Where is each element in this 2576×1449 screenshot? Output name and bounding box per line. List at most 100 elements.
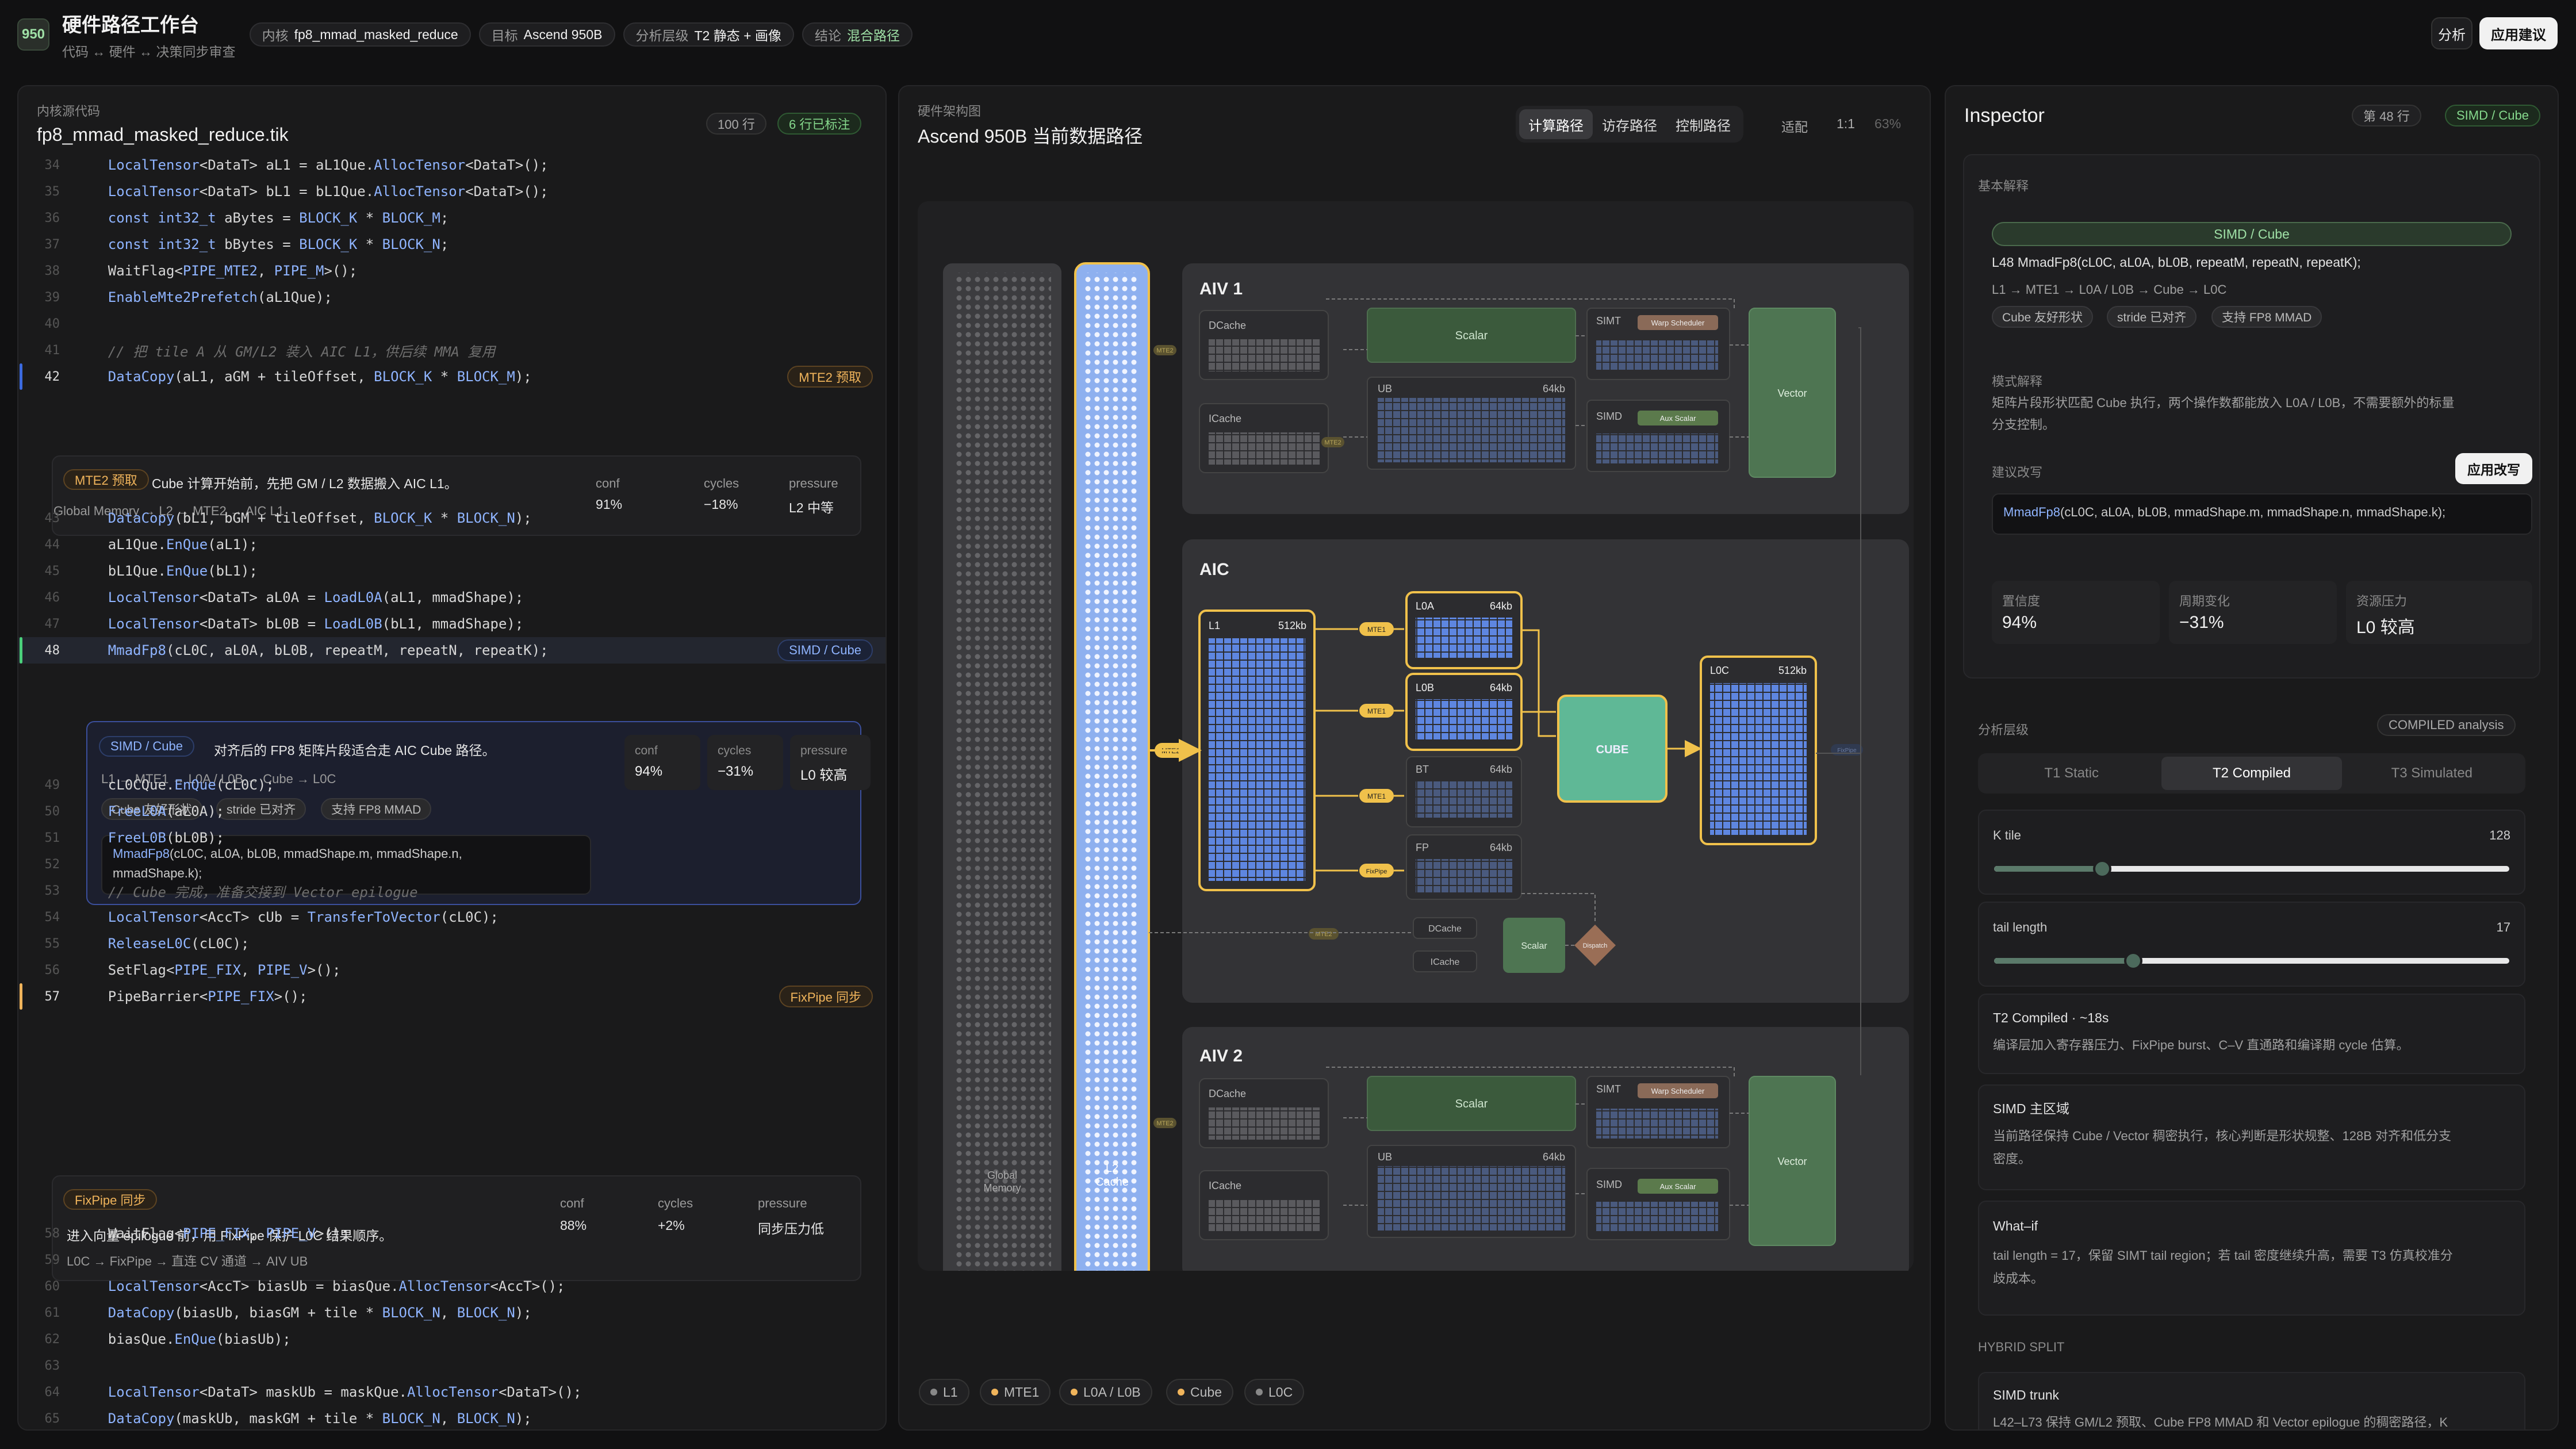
tab-t1-static[interactable]: T1 Static [1981,757,2161,790]
l2-cache-block[interactable]: L2 Cache [1074,262,1150,1283]
rewrite-code[interactable]: MmadFp8(cL0C, aL0A, bL0B, mmadShape.m, m… [1992,493,2532,535]
code-line[interactable]: 46 LocalTensor<DataT> aL0A = LoadL0A(aL1… [18,584,885,611]
code-line[interactable]: 40 [18,310,885,337]
line-annotation-tag[interactable]: FixPipe 同步 [779,986,873,1007]
mte1-link-l0b[interactable]: MTE1 [1359,704,1394,718]
aiv1-icache[interactable]: ICache [1199,403,1329,473]
aiv1-vector[interactable]: Vector [1749,308,1836,478]
legend-l0c[interactable]: L0C [1244,1379,1305,1405]
code-line[interactable]: 34 LocalTensor<DataT> aL1 = aL1Que.Alloc… [18,152,885,178]
code-line[interactable]: 55 ReleaseL0C(cL0C); [18,930,885,957]
aic-cluster[interactable]: AIC L1 512kb L0A 64kb L0B 64kb BT 64kb F… [1149,539,1909,1003]
tab-t3-simulated[interactable]: T3 Simulated [2342,757,2522,790]
aic-l1[interactable]: L1 512kb [1198,610,1316,891]
line-annotation-tag[interactable]: SIMD / Cube [777,639,873,661]
aic-icache[interactable]: ICache [1413,950,1477,972]
aiv1-cluster[interactable]: AIV 1 DCache ICache Scalar UB 64kb SIMT … [1153,263,1909,514]
tab-control-path[interactable]: 控制路径 [1666,109,1740,139]
svg-text:Scalar: Scalar [1455,329,1488,342]
aic-scalar[interactable]: Scalar [1503,918,1565,973]
code-line[interactable]: 53 // Cube 完成，准备交接到 Vector epilogue [18,877,885,904]
kernel-chip[interactable]: 内核 fp8_mmad_masked_reduce [249,22,471,47]
code-line[interactable]: 56 SetFlag<PIPE_FIX, PIPE_V>(); [18,957,885,983]
svg-text:CUBE: CUBE [1596,743,1629,756]
mte1-link-l0a[interactable]: MTE1 [1359,622,1394,636]
aic-fp[interactable]: FP 64kb [1406,834,1522,900]
aic-l0a[interactable]: L0A 64kb [1405,591,1523,669]
fit-button[interactable]: 适配 [1781,116,1808,136]
conclusion-chip[interactable]: 结论 混合路径 [802,22,913,47]
aic-dcache[interactable]: DCache [1413,917,1477,939]
aiv2-icache[interactable]: ICache [1199,1170,1329,1240]
code-line[interactable]: 52 [18,851,885,877]
code-line[interactable]: 38 WaitFlag<PIPE_MTE2, PIPE_M>(); [18,258,885,284]
code-line[interactable]: 42 DataCopy(aL1, aGM + tileOffset, BLOCK… [18,363,885,390]
target-chip[interactable]: 目标 Ascend 950B [478,22,615,47]
mte1-link-bt[interactable]: MTE1 [1359,789,1394,803]
ratio-button[interactable]: 1:1 [1837,116,1855,132]
code-line[interactable]: 64 LocalTensor<DataT> maskUb = maskQue.A… [18,1379,885,1405]
code-line[interactable]: 36 const int32_t aBytes = BLOCK_K * BLOC… [18,205,885,231]
aiv1-ub[interactable]: UB 64kb [1367,377,1576,470]
aic-bt[interactable]: BT 64kb [1406,756,1522,827]
slider-track[interactable] [1994,952,2509,970]
analyze-button[interactable]: 分析 [2431,17,2472,49]
legend-cube[interactable]: Cube [1166,1379,1233,1405]
aiv2-vector[interactable]: Vector [1749,1076,1836,1246]
aiv2-simt[interactable]: SIMT Warp Scheduler [1586,1076,1730,1148]
code-line[interactable]: 63 [18,1352,885,1379]
code-line[interactable]: 47 LocalTensor<DataT> bL0B = LoadL0B(bL1… [18,611,885,637]
code-line[interactable]: 44 aL1Que.EnQue(aL1); [18,531,885,558]
hw-kicker: 硬件架构图 [918,104,982,118]
slider-thumb[interactable] [2123,952,2142,970]
global-memory-block[interactable]: Global Memory [943,263,1061,1282]
aiv1-simd[interactable]: SIMD Aux Scalar [1586,400,1730,472]
code-line[interactable]: 49 cL0CQue.EnQue(cL0C); [18,772,885,798]
aic-l0c[interactable]: L0C 512kb [1700,656,1817,845]
code-editor[interactable]: MTE2 预取 Cube 计算开始前，先把 GM / L2 数据搬入 AIC L… [18,154,885,1429]
code-line[interactable]: 60 LocalTensor<AccT> biasUb = biasQue.Al… [18,1273,885,1300]
code-line[interactable]: 65 DataCopy(maskUb, maskGM + tile * BLOC… [18,1405,885,1429]
aiv2-scalar[interactable]: Scalar [1367,1076,1576,1131]
aiv2-dcache[interactable]: DCache [1199,1078,1329,1148]
code-line[interactable]: 50 FreeL0A(aL0A); [18,798,885,825]
code-line[interactable]: 57 PipeBarrier<PIPE_FIX>(); FixPipe 同步 [18,983,885,1010]
code-line[interactable]: 59 [18,1247,885,1273]
fixpipe-link[interactable]: FixPipe [1359,864,1394,877]
apply-suggestion-button[interactable]: 应用建议 [2479,17,2558,49]
code-line[interactable]: 62 biasQue.EnQue(biasUb); [18,1326,885,1352]
aic-cube[interactable]: CUBE [1557,695,1667,803]
code-line[interactable]: 39 EnableMte2Prefetch(aL1Que); [18,284,885,310]
code-line[interactable]: 37 const int32_t bBytes = BLOCK_K * BLOC… [18,231,885,258]
tab-compute-path[interactable]: 计算路径 [1519,109,1593,139]
code-line[interactable]: 51 FreeL0B(bL0B); [18,825,885,851]
aiv1-dcache[interactable]: DCache [1199,310,1329,380]
code-line[interactable]: 54 LocalTensor<AccT> cUb = TransferToVec… [18,904,885,930]
hardware-diagram[interactable]: Global Memory L2 Cache AIV 1 DCache ICac… [918,201,1914,1283]
k-tile-slider[interactable]: K tile 128 [1978,810,2525,895]
line-annotation-tag[interactable]: MTE2 预取 [787,366,873,388]
code-line[interactable]: 58 WaitFlag<PIPE_FIX, PIPE_V>(); [18,1220,885,1247]
tail-length-slider[interactable]: tail length 17 [1978,902,2525,987]
analysis-level-chip[interactable]: 分析层级 T2 静态 + 画像 [623,22,794,47]
code-line[interactable]: 43 DataCopy(bL1, bGM + tileOffset, BLOCK… [18,505,885,531]
slider-thumb[interactable] [2093,860,2112,878]
code-line[interactable]: 41 // 把 tile A 从 GM/L2 装入 AIC L1，供后续 MMA… [18,337,885,363]
basic-line: L48 MmadFp8(cL0C, aL0A, bL0B, repeatM, r… [1992,255,2361,270]
aiv1-simt[interactable]: SIMT Warp Scheduler [1586,308,1730,380]
slider-track[interactable] [1994,860,2509,878]
apply-rewrite-button[interactable]: 应用改写 [2455,453,2532,484]
code-line[interactable]: 35 LocalTensor<DataT> bL1 = bL1Que.Alloc… [18,178,885,205]
code-line[interactable]: 45 bL1Que.EnQue(bL1); [18,558,885,584]
code-line[interactable]: 61 DataCopy(biasUb, biasGM + tile * BLOC… [18,1300,885,1326]
legend-mte1[interactable]: MTE1 [980,1379,1051,1405]
aiv2-ub[interactable]: UB 64kb [1367,1145,1576,1238]
legend-l0a-l0b[interactable]: L0A / L0B [1059,1379,1152,1405]
tab-memory-path[interactable]: 访存路径 [1593,109,1666,139]
code-line[interactable]: 48 MmadFp8(cL0C, aL0A, bL0B, repeatM, re… [18,637,885,664]
tab-t2-compiled[interactable]: T2 Compiled [2161,757,2342,790]
legend-l1[interactable]: L1 [919,1379,969,1405]
aiv1-scalar[interactable]: Scalar [1367,308,1576,363]
aic-l0b[interactable]: L0B 64kb [1405,673,1523,751]
aiv2-simd[interactable]: SIMD Aux Scalar [1586,1168,1730,1240]
